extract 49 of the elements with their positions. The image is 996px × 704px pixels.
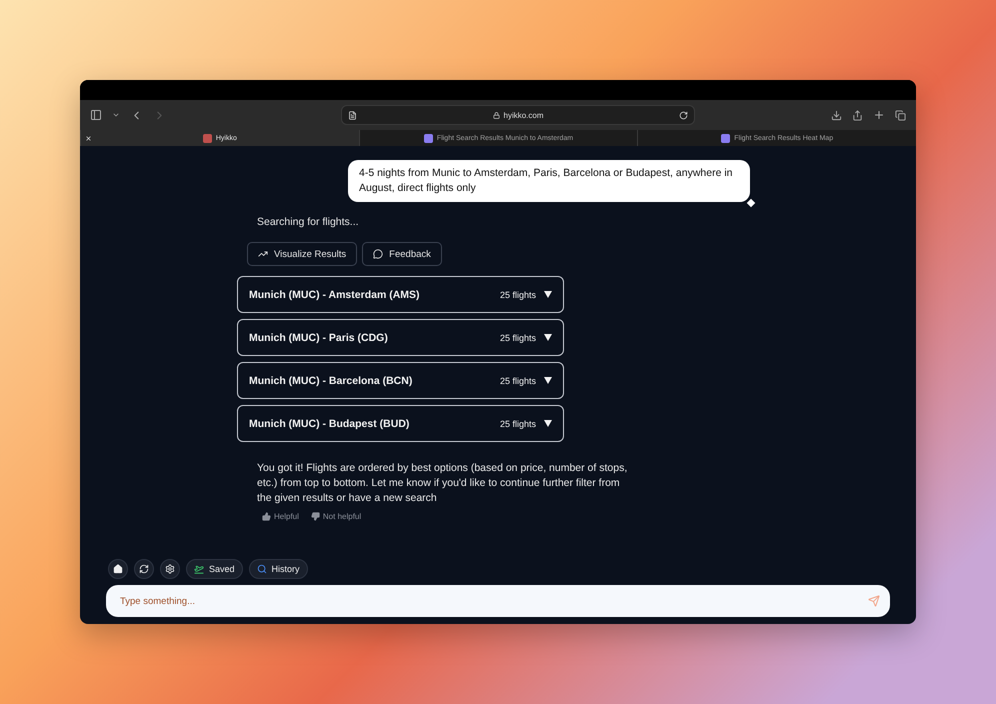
toolbar-button[interactable] (160, 559, 180, 579)
thumbs-up-icon (262, 512, 271, 521)
home-icon (113, 564, 123, 574)
flight-count: 25 flights (500, 376, 536, 386)
favicon (202, 134, 212, 142)
thumbs-down-icon (310, 512, 320, 521)
close-icon[interactable] (85, 134, 92, 142)
message-input[interactable]: Type something... (118, 594, 868, 608)
toolbar-button[interactable] (134, 559, 154, 579)
toolbar-pill[interactable]: History (248, 559, 308, 579)
status-text: Searching for flights... (257, 216, 360, 228)
route-accordion[interactable]: Munich (MUC) - Barcelona (BCN) 25 flights (237, 362, 564, 399)
route-accordion[interactable]: Munich (MUC) - Paris (CDG) 25 flights (237, 319, 564, 356)
chevron-down-icon[interactable] (112, 111, 120, 119)
share-icon[interactable] (852, 110, 863, 120)
message-input[interactable]: Type something... (106, 585, 890, 617)
address-bar[interactable]: hyikko.com (341, 105, 695, 125)
favicon (721, 134, 730, 142)
tabs-overview-icon[interactable] (895, 110, 906, 120)
route-accordion[interactable]: Munich (MUC) - Budapest (BUD) 25 flights (237, 405, 564, 442)
download-icon[interactable] (831, 110, 842, 120)
favicon (424, 134, 433, 142)
caret-icon (544, 420, 552, 427)
caret-icon (544, 334, 552, 341)
plane-icon (194, 564, 204, 574)
trend-arrow-icon (258, 249, 268, 259)
flight-count: 25 flights (500, 332, 536, 342)
assistant-reply: You got it! Flights are ordered by best options (based on price, number of stops, etc.) from top to bottom. Let me know if you'd like to continue further filter from the given results or have a new search (257, 461, 628, 506)
toolbar-pill[interactable]: Saved (186, 559, 243, 579)
lock-icon (492, 112, 500, 118)
action-button[interactable]: Visualize Results (247, 242, 358, 266)
search-icon (256, 564, 267, 574)
speech-bubble-icon (373, 249, 384, 259)
new-tab-icon[interactable] (873, 109, 885, 121)
reload-icon[interactable] (679, 110, 688, 120)
rating-button[interactable]: Not helpful (310, 512, 362, 521)
reader-icon (348, 110, 357, 120)
caret-icon (544, 291, 552, 298)
caret-icon (544, 377, 552, 384)
toolbar-button[interactable] (108, 559, 128, 579)
refresh-icon (139, 564, 149, 574)
url-text: hyikko.com (504, 110, 544, 120)
action-button[interactable]: Feedback (362, 242, 442, 266)
route-accordion[interactable]: Munich (MUC) - Amsterdam (AMS) 25 flights (237, 276, 564, 313)
flight-count: 25 flights (500, 290, 536, 300)
rating-button[interactable]: Helpful (262, 512, 299, 521)
flight-count: 25 flights (500, 418, 536, 428)
settings-icon (165, 564, 175, 574)
sidebar-icon[interactable] (90, 109, 102, 121)
